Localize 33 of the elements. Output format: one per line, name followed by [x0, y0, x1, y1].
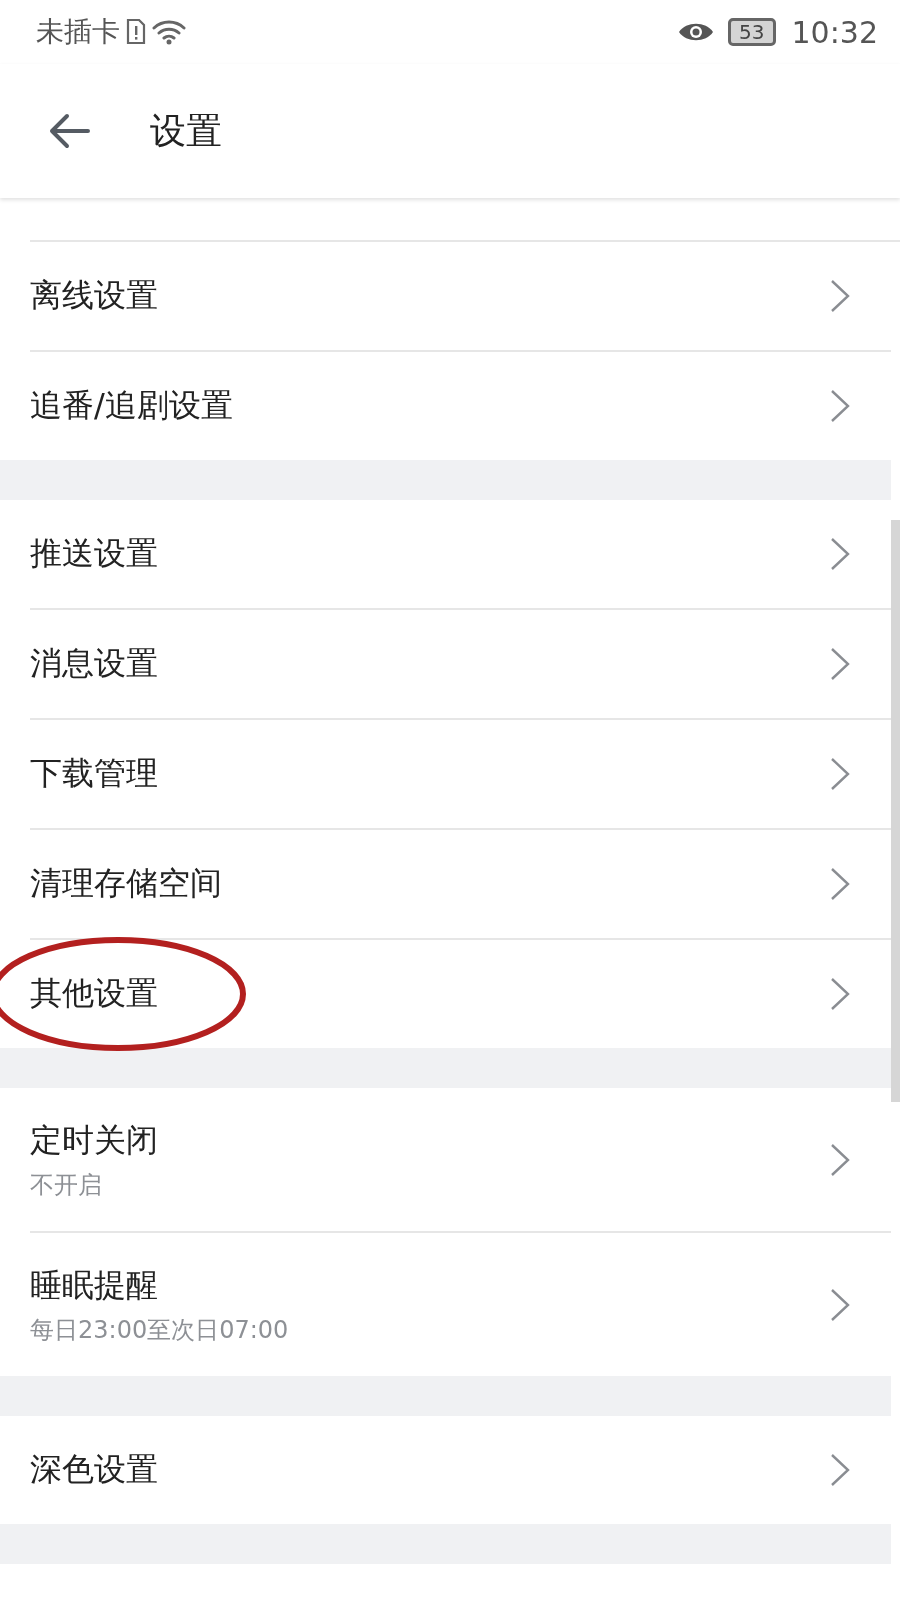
setting-label: 追番/追剧设置: [30, 385, 234, 426]
chevron-right-icon: [830, 1453, 850, 1487]
settings-row[interactable]: 离线设置: [30, 242, 891, 350]
clock-text: 10:32: [791, 14, 878, 50]
chevron-right-icon: [830, 279, 850, 313]
chevron-right-icon: [830, 1287, 850, 1322]
settings-row[interactable]: 定时关闭 不开启: [30, 1088, 891, 1231]
back-arrow-icon[interactable]: [48, 113, 90, 149]
sim-alert-icon: [126, 19, 146, 45]
chevron-right-icon: [830, 389, 850, 423]
setting-value: 不开启: [30, 1169, 103, 1201]
setting-label: 下载管理: [30, 753, 159, 794]
page-title: 设置: [150, 108, 222, 153]
setting-label: 定时关闭: [30, 1119, 159, 1161]
settings-row[interactable]: 深色设置: [30, 1416, 891, 1524]
chevron-right-icon: [830, 537, 850, 571]
setting-label: 清理存储空间: [30, 863, 223, 904]
carrier-text: 未插卡: [36, 14, 120, 50]
setting-label: 推送设置: [30, 533, 159, 574]
setting-label: 睡眠提醒: [30, 1264, 159, 1306]
chevron-right-icon: [830, 867, 850, 901]
setting-label: 深色设置: [30, 1449, 159, 1490]
setting-label: 离线设置: [30, 275, 159, 316]
setting-value: 每日23:00至次日07:00: [30, 1314, 290, 1346]
settings-row[interactable]: 推送设置: [30, 500, 891, 608]
wifi-icon: [152, 18, 186, 46]
setting-label: 消息设置: [30, 643, 159, 684]
setting-label: 其他设置: [30, 973, 159, 1014]
chevron-right-icon: [830, 1142, 850, 1177]
chevron-right-icon: [830, 757, 850, 791]
chevron-right-icon: [830, 647, 850, 681]
chevron-right-icon: [830, 977, 850, 1011]
battery-indicator: 53: [728, 18, 776, 46]
